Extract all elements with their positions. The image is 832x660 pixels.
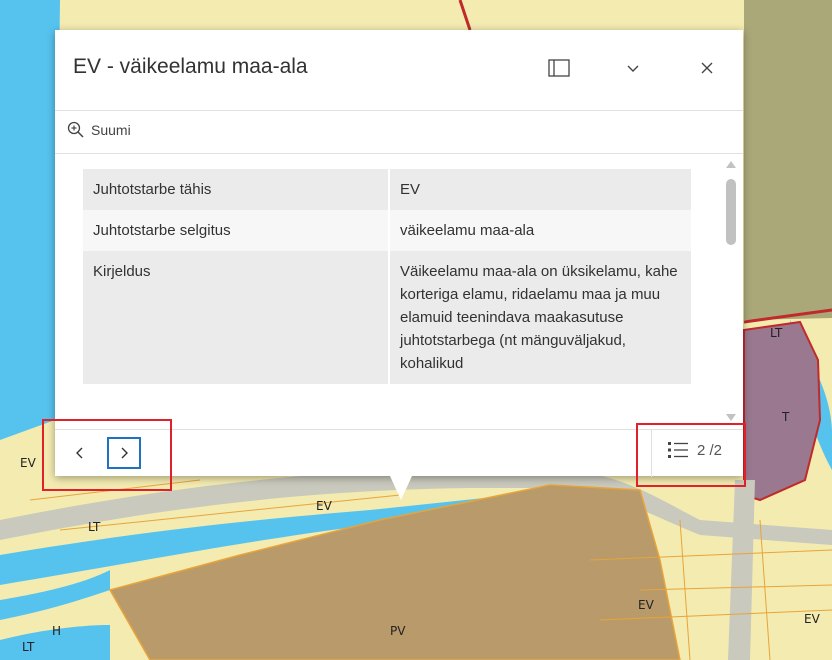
map-label-lt: LT (770, 326, 783, 340)
collapse-chevron-icon (627, 65, 639, 72)
map-label-h: H (52, 624, 62, 638)
feature-list-button[interactable]: 2 /2 (667, 440, 722, 460)
close-icon (701, 62, 713, 74)
feature-popup: EV - väikeelamu maa-ala Suumi Juhtotstar… (55, 30, 743, 477)
table-row: Kirjeldus Väikeelamu maa-ala on üksikela… (83, 251, 691, 384)
scroll-thumb[interactable] (726, 179, 736, 245)
scroll-up-arrow-icon[interactable] (726, 161, 736, 168)
map-label-ev: EV (638, 598, 654, 612)
map-label-ev: EV (316, 499, 332, 513)
attribute-table: Juhtotstarbe tähis EV Juhtotstarbe selgi… (83, 169, 691, 384)
attribute-value: EV (389, 169, 691, 210)
footer-divider (651, 430, 652, 477)
content-scrollbar[interactable] (723, 153, 739, 429)
zoom-in-icon (67, 121, 84, 138)
map-label-t: T (782, 410, 790, 424)
dock-panel-icon (548, 59, 570, 77)
table-row: Juhtotstarbe tähis EV (83, 169, 691, 210)
chevron-right-icon (121, 447, 128, 459)
water-area (0, 0, 60, 440)
attribute-content: Juhtotstarbe tähis EV Juhtotstarbe selgi… (55, 153, 743, 429)
popup-title: EV - väikeelamu maa-ala (73, 55, 308, 78)
popup-pointer (390, 476, 412, 500)
feature-list-icon (668, 442, 688, 458)
attribute-key: Kirjeldus (83, 251, 390, 384)
previous-feature-button[interactable] (63, 437, 97, 469)
zoom-label: Suumi (91, 122, 131, 138)
zoom-to-button[interactable]: Suumi (67, 121, 131, 139)
map-label-pv: PV (390, 624, 406, 638)
table-row: Juhtotstarbe selgitus väikeelamu maa-ala (83, 210, 691, 251)
popup-actions-row: Suumi (55, 110, 743, 154)
attribute-value: väikeelamu maa-ala (389, 210, 691, 251)
attribute-key: Juhtotstarbe selgitus (83, 210, 390, 251)
collapse-button[interactable] (615, 50, 651, 86)
next-feature-button[interactable] (107, 437, 141, 469)
dock-panel-button[interactable] (541, 50, 577, 86)
close-button[interactable] (689, 50, 725, 86)
scroll-down-arrow-icon[interactable] (726, 414, 736, 421)
chevron-left-icon (76, 447, 83, 459)
map-label-ev: EV (804, 612, 820, 626)
map-label-ev: EV (20, 456, 36, 470)
attribute-value: Väikeelamu maa-ala on üksikelamu, kahe k… (389, 251, 691, 384)
popup-footer: 2 /2 (55, 429, 743, 477)
popup-header: EV - väikeelamu maa-ala (55, 30, 743, 110)
map-label-lt: LT (88, 520, 101, 534)
pager-text: 2 /2 (697, 441, 723, 459)
attribute-key: Juhtotstarbe tähis (83, 169, 390, 210)
map-label-lt: LT (22, 640, 35, 654)
